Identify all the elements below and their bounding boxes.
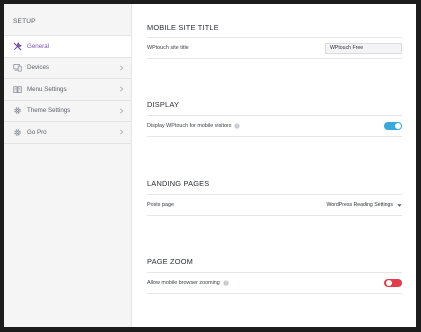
toggle-knob (385, 280, 392, 286)
setting-row: Allow mobile browser zooming ? (147, 272, 402, 294)
setting-label-wrap: Allow mobile browser zooming ? (147, 280, 229, 286)
sidebar-header: SETUP (4, 4, 131, 36)
sidebar-item-theme-settings[interactable]: Theme Settings (4, 101, 131, 122)
section-mobile-site-title: MOBILE SITE TITLE WPtouch site title (147, 23, 402, 59)
section-title: LANDING PAGES (147, 179, 210, 188)
browser-zoom-toggle[interactable] (384, 279, 402, 287)
sidebar-item-label: Theme Settings (27, 107, 71, 115)
section-landing-pages: LANDING PAGES Posts page WordPress Readi… (147, 179, 402, 216)
chevron-right-icon (119, 108, 125, 114)
setting-row: Posts page WordPress Reading Settings (147, 194, 402, 216)
setting-label: WPtouch site title (147, 45, 189, 51)
site-title-input[interactable] (325, 42, 402, 54)
sidebar-item-label: Devices (27, 64, 50, 72)
section-display: DISPLAY Display WPtouch for mobile visit… (147, 100, 402, 137)
sidebar-item-general[interactable]: General (4, 36, 131, 58)
sidebar-item-menu-settings[interactable]: Menu Settings (4, 79, 131, 101)
devices-icon (13, 63, 22, 72)
setting-row: Display WPtouch for mobile visitors ? (147, 115, 402, 137)
sidebar-item-go-pro[interactable]: Go Pro (4, 122, 131, 144)
display-wptouch-toggle[interactable] (384, 122, 402, 130)
toggle-knob (394, 123, 401, 129)
settings-main: MOBILE SITE TITLE WPtouch site title DIS… (132, 4, 416, 327)
help-icon[interactable]: ? (223, 280, 229, 286)
posts-page-select[interactable]: WordPress Reading Settings (326, 202, 402, 208)
setting-label-wrap: Display WPtouch for mobile visitors ? (147, 123, 241, 129)
setting-label: Posts page (147, 202, 174, 208)
section-title: DISPLAY (147, 100, 180, 109)
wrench-icon (13, 42, 22, 51)
select-value: WordPress Reading Settings (326, 202, 393, 208)
sidebar-item-devices[interactable]: Devices (4, 58, 131, 79)
sidebar-item-label: General (27, 42, 50, 50)
sidebar-item-label: Go Pro (27, 128, 47, 136)
settings-window: SETUP General Devices Menu Settings Them… (4, 4, 416, 327)
gear-icon (13, 106, 22, 115)
sidebar: SETUP General Devices Menu Settings Them… (4, 4, 132, 327)
section-title: MOBILE SITE TITLE (147, 23, 219, 32)
section-title: PAGE ZOOM (147, 257, 194, 266)
menu-book-icon (13, 85, 22, 94)
chevron-right-icon (119, 65, 125, 71)
setting-row: WPtouch site title (147, 37, 402, 59)
gear-icon (13, 128, 22, 137)
chevron-right-icon (119, 129, 125, 135)
chevron-right-icon (119, 86, 125, 92)
sidebar-item-label: Menu Settings (27, 85, 67, 93)
chevron-down-icon (397, 203, 402, 207)
help-icon[interactable]: ? (234, 123, 241, 129)
section-page-zoom: PAGE ZOOM Allow mobile browser zooming ? (147, 257, 402, 294)
setting-label: Display WPtouch for mobile visitors (147, 123, 232, 129)
setting-label: Allow mobile browser zooming (147, 280, 220, 286)
